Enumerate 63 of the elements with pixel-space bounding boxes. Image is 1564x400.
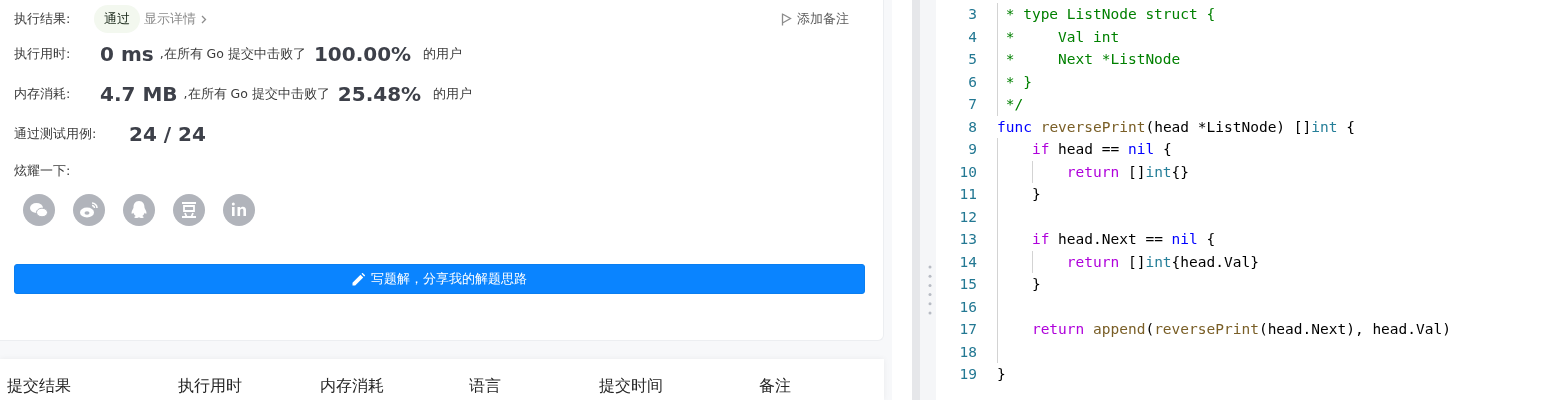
- line-number: 3: [967, 6, 977, 23]
- tests-value: 24 / 24: [129, 122, 206, 146]
- line-number: 15: [958, 276, 977, 293]
- stat-text: ,在所有 Go 提交中击败了: [183, 85, 330, 103]
- column-header: 提交时间: [599, 376, 663, 397]
- code-line: * }: [1005, 72, 1032, 92]
- stat-value: 4.7 MB: [100, 82, 178, 106]
- stat-text: ,在所有 Go 提交中击败了: [159, 45, 306, 63]
- line-number: 12: [958, 208, 977, 225]
- line-number: 4: [967, 28, 977, 45]
- line-number: 14: [958, 253, 977, 270]
- code-line: return []int{}: [1066, 162, 1190, 182]
- stat-percent: 25.48%: [337, 82, 422, 106]
- line-number: 19: [958, 366, 977, 383]
- column-header: 内存消耗: [320, 376, 384, 397]
- line-number: 8: [967, 118, 977, 135]
- line-number: 11: [958, 186, 977, 203]
- column-header: 语言: [469, 376, 501, 397]
- tests-label: 通过测试用例:: [14, 125, 98, 143]
- line-number: 13: [958, 231, 977, 248]
- code-line: func reversePrint(head *ListNode) []int {: [997, 117, 1355, 137]
- line-number: 18: [958, 343, 977, 360]
- code-line: * Val int: [1005, 27, 1120, 47]
- code-line: return []int{head.Val}: [1066, 252, 1259, 272]
- line-number: 16: [958, 298, 977, 315]
- write-solution-button[interactable]: 写题解，分享我的解题思路: [14, 264, 865, 294]
- line-number: 6: [967, 73, 977, 90]
- stat-label: 执行用时:: [14, 45, 72, 63]
- line-number: 10: [958, 163, 977, 180]
- status-badge: 通过: [94, 5, 141, 33]
- code-line: */: [1005, 95, 1024, 115]
- code-line: if head.Next == nil {: [1031, 230, 1216, 250]
- stat-value: 0 ms: [100, 42, 154, 66]
- stat-label: 内存消耗:: [14, 85, 72, 103]
- chevron-icon: [201, 14, 208, 24]
- chat-bubbles-icon[interactable]: [23, 194, 55, 226]
- in-logo-icon[interactable]: [223, 194, 255, 226]
- eye-wave-icon[interactable]: [73, 194, 105, 226]
- line-number: 9: [967, 141, 977, 158]
- code-line: }: [1031, 275, 1041, 295]
- line-number: 7: [967, 96, 977, 113]
- code-line: if head == nil {: [1031, 140, 1172, 160]
- flag-icon: [781, 12, 792, 26]
- code-line: }: [997, 365, 1006, 385]
- line-number: 17: [958, 321, 977, 338]
- column-header: 执行用时: [178, 376, 242, 397]
- penguin-icon[interactable]: [123, 194, 155, 226]
- result-label: 执行结果:: [14, 10, 71, 28]
- details-link[interactable]: 显示详情: [144, 10, 208, 28]
- bean-icon[interactable]: [173, 194, 205, 226]
- share-label: 炫耀一下:: [14, 162, 71, 180]
- pencil-icon: [352, 272, 365, 286]
- code-line: return append(reversePrint(head.Next), head.Val): [1031, 320, 1451, 340]
- stat-percent: 100.00%: [313, 42, 412, 66]
- code-line: * type ListNode struct {: [1005, 5, 1216, 25]
- column-header: 备注: [759, 376, 791, 397]
- stat-suffix: 的用户: [423, 45, 463, 63]
- column-header: 提交结果: [7, 376, 71, 397]
- code-line: * Next *ListNode: [1005, 50, 1181, 70]
- code-line: }: [1031, 185, 1041, 205]
- add-note-link[interactable]: 添加备注: [781, 10, 849, 28]
- line-number: 5: [967, 51, 977, 68]
- stat-suffix: 的用户: [433, 85, 473, 103]
